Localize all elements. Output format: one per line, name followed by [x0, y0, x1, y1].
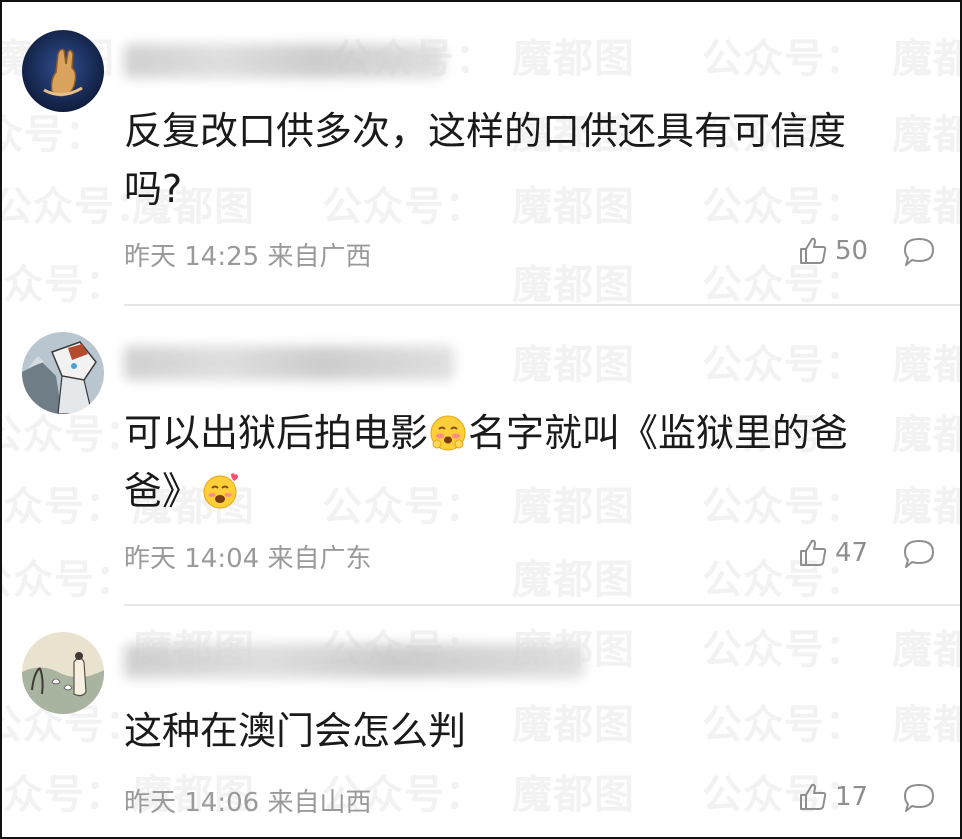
reply-button[interactable]: [902, 236, 936, 272]
comment-text: 可以出狱后拍电影 名字就叫《监狱里的爸爸》: [124, 404, 904, 520]
reply-button[interactable]: [902, 538, 936, 574]
comment-bubble-icon: [904, 784, 934, 812]
comment-item: 这种在澳门会怎么判 昨天 14:06 来自山西 17: [2, 606, 960, 837]
robot-avatar-icon[interactable]: [22, 332, 104, 414]
comment-text-part: 可以出狱后拍电影: [124, 411, 429, 455]
hand-avatar-icon[interactable]: [22, 30, 104, 112]
like-button[interactable]: 47: [797, 537, 868, 569]
thumbs-up-icon: [800, 783, 827, 810]
comment-bubble-icon: [904, 238, 934, 266]
comment-meta: 昨天 14:06 来自山西: [124, 788, 372, 818]
thumbs-up-icon: [800, 237, 827, 264]
comment-text: 反复改口供多次，这样的口供还具有可信度吗?: [124, 109, 847, 211]
comment-list: 魔都图 公众号： 魔都图 公众号： 魔都图 公众号： 魔都图 公众号： 魔都图 …: [0, 0, 962, 839]
comment-meta: 昨天 14:25 来自广西: [124, 242, 372, 272]
heart-eyes-emoji-icon: [201, 468, 239, 509]
like-count: 47: [835, 538, 869, 568]
like-button[interactable]: 17: [797, 781, 868, 813]
thumbs-up-icon: [800, 539, 827, 566]
blush-emoji-icon: [429, 410, 467, 451]
username-blurred[interactable]: [124, 346, 454, 380]
like-button[interactable]: 50: [797, 235, 868, 267]
reply-button[interactable]: [902, 782, 936, 818]
comment-meta: 昨天 14:04 来自广东: [124, 544, 372, 574]
like-count: 50: [835, 236, 869, 266]
username-blurred[interactable]: [124, 44, 444, 78]
comment-item: 可以出狱后拍电影 名字就叫《监狱里的爸爸》 昨天 14:04 来自广东 47: [2, 306, 960, 604]
username-blurred[interactable]: [124, 644, 584, 678]
comment-bubble-icon: [904, 540, 934, 568]
like-count: 17: [835, 782, 869, 812]
painting-avatar-icon[interactable]: [22, 632, 104, 714]
comment-text: 这种在澳门会怎么判: [124, 709, 467, 753]
comment-item: 反复改口供多次，这样的口供还具有可信度吗? 昨天 14:25 来自广西 50: [2, 2, 960, 304]
